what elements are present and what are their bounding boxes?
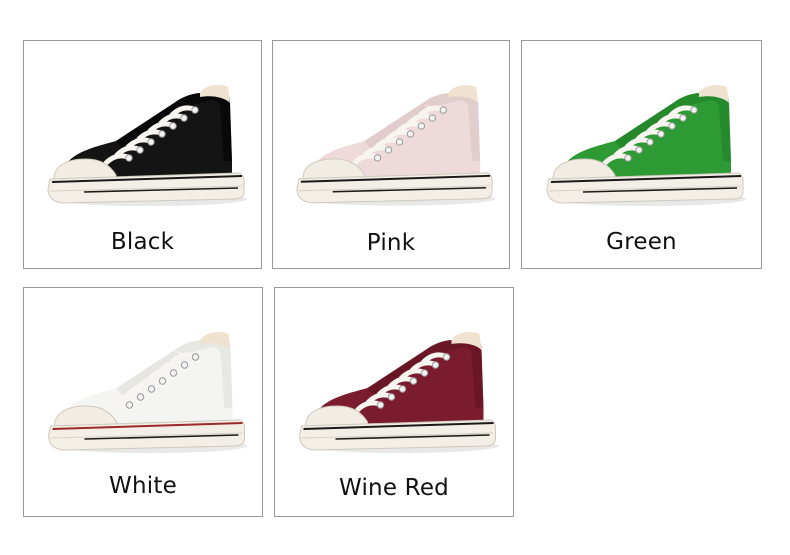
wine-red-sneaker-icon bbox=[298, 332, 499, 453]
product-label: Pink bbox=[366, 230, 416, 256]
product-label: Black bbox=[110, 229, 175, 255]
product-card-wine-red[interactable]: Wine Red bbox=[274, 287, 514, 517]
black-sneaker-icon bbox=[47, 85, 247, 206]
white-sneaker-icon bbox=[47, 332, 248, 453]
product-card-pink[interactable]: Pink bbox=[272, 40, 510, 269]
green-sneaker-icon bbox=[546, 85, 746, 206]
pink-sneaker-icon bbox=[296, 85, 496, 206]
product-label: Green bbox=[606, 229, 677, 255]
product-card-green[interactable]: Green bbox=[521, 40, 762, 269]
product-card-black[interactable]: Black bbox=[23, 40, 262, 269]
product-label: Wine Red bbox=[339, 475, 449, 501]
product-card-white[interactable]: White bbox=[23, 287, 263, 517]
product-label: White bbox=[109, 473, 177, 499]
